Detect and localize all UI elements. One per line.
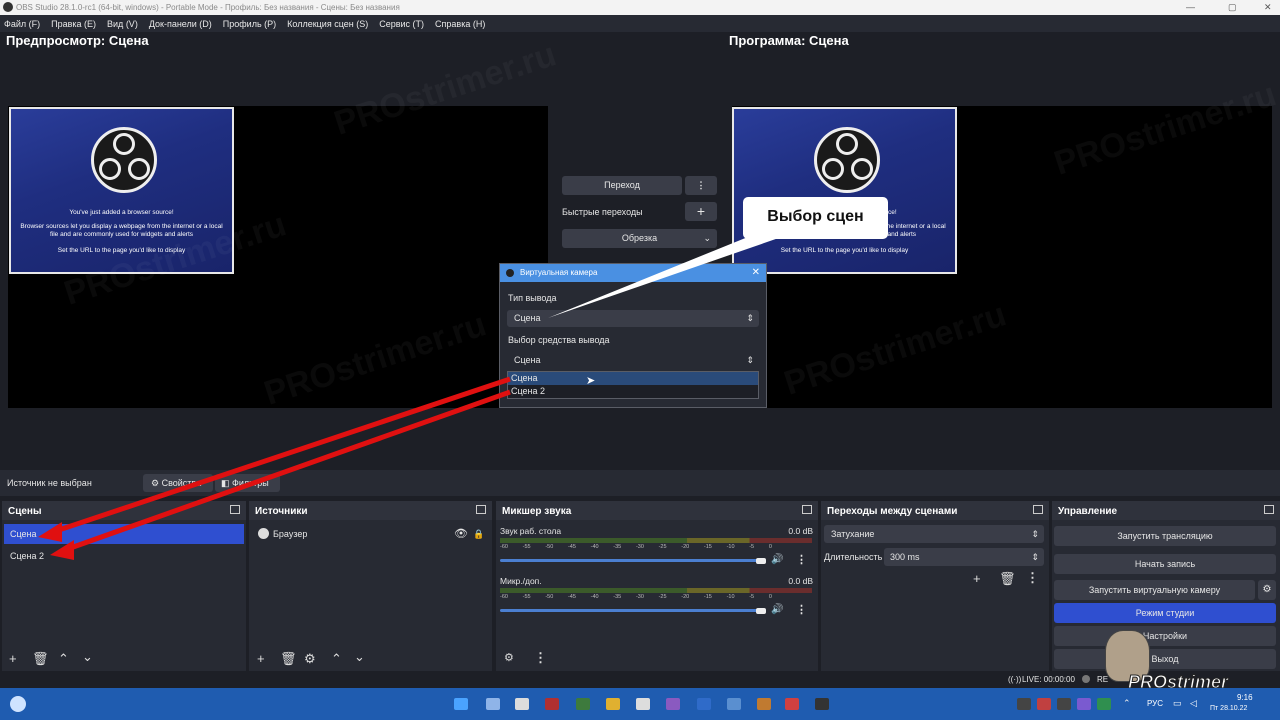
obs-logo-icon[interactable] [815,698,829,710]
app-icon[interactable] [636,698,650,710]
annotation-overlay [38,197,888,560]
search-icon[interactable] [486,698,500,710]
tray-icon[interactable] [1057,698,1071,710]
tray-icon[interactable] [1077,698,1091,710]
task-view-icon[interactable] [515,698,529,710]
app-icon[interactable] [545,698,559,710]
folder-icon[interactable] [606,698,620,710]
chevron-up-icon[interactable]: ⌃ [1123,698,1131,709]
callout-text: Выбор сцен [767,208,864,225]
tray-icon[interactable] [1097,698,1111,710]
weather-icon[interactable] [10,696,26,712]
app-icon[interactable] [727,698,741,710]
volume-icon[interactable]: ◁ [1190,698,1197,709]
tray-icon[interactable] [1037,698,1051,710]
app-icon[interactable] [576,698,590,710]
app-icon[interactable] [757,698,771,710]
clock-time[interactable]: 9:16 [1237,693,1253,702]
start-icon[interactable] [454,698,468,710]
network-icon[interactable]: ▭ [1173,698,1182,709]
red-arrow [61,389,511,554]
app-icon[interactable] [785,698,799,710]
taskbar: ⌃ РУС ▭ ◁ 9:16 Пт 28.10.22 [0,688,1280,720]
arrowhead-icon [38,522,62,542]
callout-pointer [548,228,796,318]
language-indicator[interactable]: РУС [1147,699,1163,708]
app-icon[interactable] [666,698,680,710]
tray-icon[interactable] [1017,698,1031,710]
clock-date[interactable]: Пт 28.10.22 [1210,705,1247,712]
app-icon[interactable] [697,698,711,710]
arrowhead-icon [50,540,74,560]
red-arrow [49,376,511,536]
